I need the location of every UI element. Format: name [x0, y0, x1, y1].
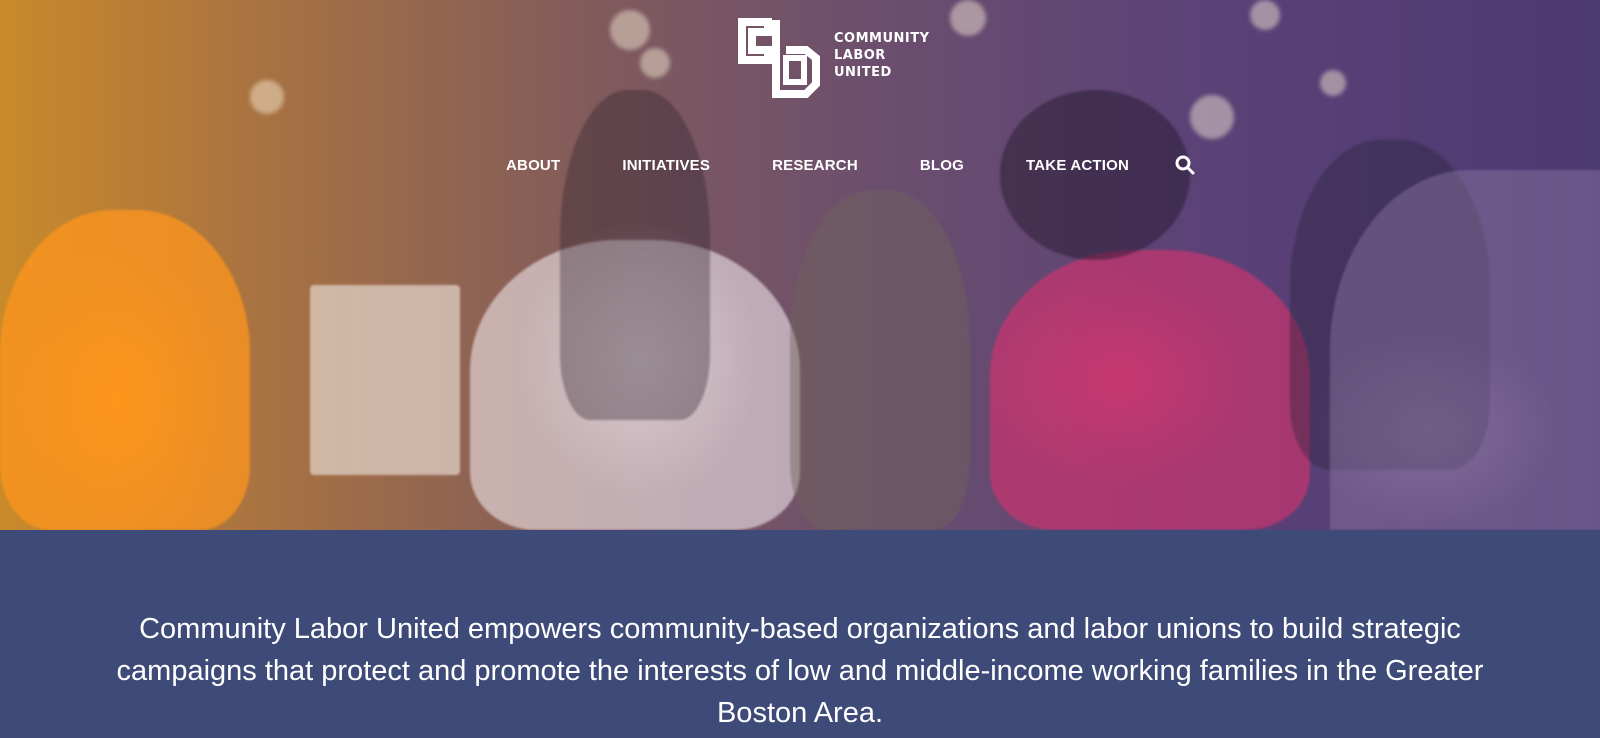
nav-item-blog[interactable]: BLOG [920, 157, 964, 174]
nav-item-about[interactable]: ABOUT [506, 157, 560, 174]
main-nav: ABOUT INITIATIVES RESEARCH BLOG TAKE ACT… [506, 155, 1195, 175]
logo-line-community: COMMUNITY [834, 30, 930, 46]
nav-item-research[interactable]: RESEARCH [772, 157, 858, 174]
nav-item-initiatives[interactable]: INITIATIVES [622, 157, 710, 174]
logo-wordmark: COMMUNITY LABOR UNITED [834, 30, 930, 81]
logo-line-united: UNITED [834, 64, 892, 80]
search-icon[interactable] [1175, 155, 1195, 175]
clu-logo-icon [738, 18, 820, 98]
nav-item-take-action[interactable]: TAKE ACTION [1026, 157, 1129, 174]
site-logo[interactable]: COMMUNITY LABOR UNITED [736, 12, 930, 98]
logo-line-labor: LABOR [834, 47, 886, 63]
mission-statement: Community Labor United empowers communit… [116, 613, 1484, 729]
hero-banner: COMMUNITY LABOR UNITED ABOUT INITIATIVES… [0, 0, 1600, 530]
mission-statement-section: Community Labor United empowers communit… [0, 530, 1600, 738]
